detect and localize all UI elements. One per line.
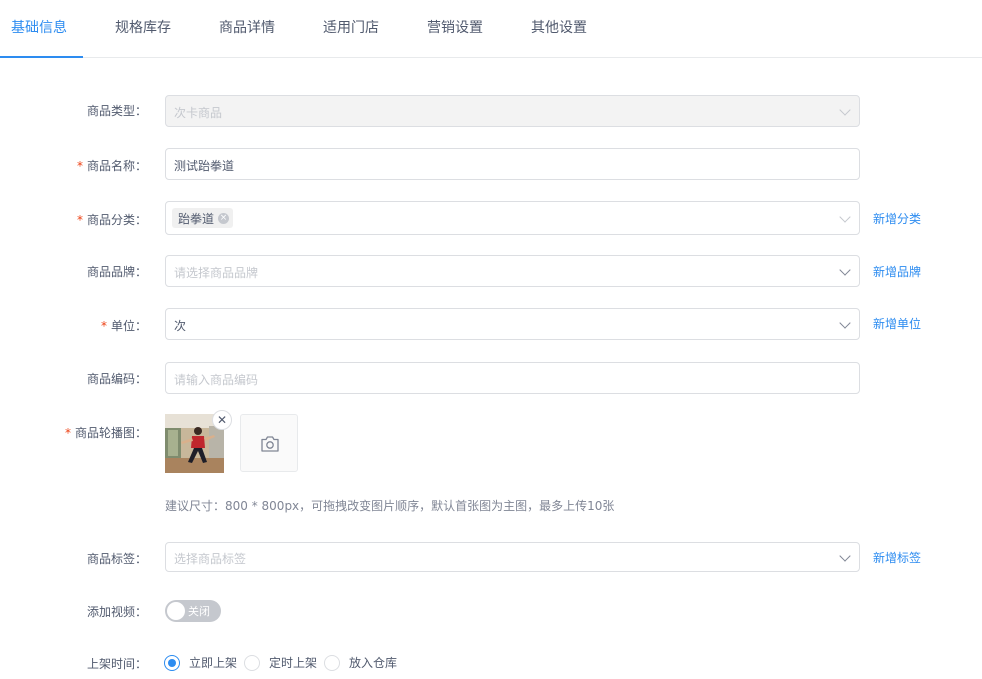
unit-value: 次 — [174, 319, 187, 333]
tab-marketing[interactable]: 营销设置 — [427, 0, 483, 57]
product-type-select: 次卡商品 — [165, 95, 860, 127]
tab-active-indicator — [0, 56, 83, 58]
switch-knob — [167, 602, 185, 620]
switch-state-text: 关闭 — [188, 605, 210, 618]
chevron-down-icon — [839, 264, 851, 276]
product-category-select[interactable]: 跆拳道 × — [165, 201, 860, 235]
product-name-label: * 商品名称： — [76, 159, 147, 173]
unit-label: * 单位： — [100, 319, 147, 333]
tab-bar: 基础信息 规格库存 商品详情 适用门店 营销设置 其他设置 — [0, 0, 982, 58]
product-brand-label: 商品品牌： — [86, 265, 147, 279]
tab-product-detail[interactable]: 商品详情 — [219, 0, 275, 57]
radio-warehouse[interactable]: 放入仓库 — [324, 654, 397, 671]
radio-unchecked-icon — [244, 654, 260, 671]
add-video-label: 添加视频： — [86, 605, 147, 619]
radio-immediate-label: 立即上架 — [189, 656, 238, 670]
add-brand-link[interactable]: 新增品牌 — [873, 263, 921, 280]
upload-image-button[interactable] — [240, 414, 298, 472]
product-type-value: 次卡商品 — [174, 106, 223, 120]
product-tags-select[interactable]: 选择商品标签 — [165, 542, 860, 572]
carousel-hint: 建议尺寸：800 * 800px，可拖拽改变图片顺序，默认首张图为主图，最多上传… — [165, 499, 615, 513]
radio-checked-icon — [164, 654, 180, 671]
tab-basic-info[interactable]: 基础信息 — [11, 0, 67, 57]
radio-scheduled-label: 定时上架 — [269, 656, 318, 670]
radio-immediate[interactable]: 立即上架 — [164, 654, 237, 671]
product-code-label: 商品编码： — [86, 372, 147, 386]
tab-other-settings[interactable]: 其他设置 — [531, 0, 587, 57]
close-circle-icon[interactable]: × — [218, 212, 230, 224]
add-tag-link[interactable]: 新增标签 — [873, 549, 921, 566]
product-tags-label: 商品标签： — [86, 552, 147, 566]
product-name-value: 测试跆拳道 — [174, 159, 235, 173]
radio-scheduled[interactable]: 定时上架 — [244, 654, 317, 671]
product-type-label: 商品类型： — [86, 104, 147, 118]
shelf-time-label: 上架时间： — [86, 657, 147, 671]
product-tags-placeholder: 选择商品标签 — [174, 552, 247, 566]
close-icon[interactable]: ✕ — [212, 410, 232, 430]
chevron-down-icon — [839, 104, 851, 116]
chevron-down-icon — [839, 317, 851, 329]
category-tag: 跆拳道 × — [172, 208, 234, 228]
tab-spec-stock[interactable]: 规格库存 — [115, 0, 171, 57]
product-code-placeholder: 请输入商品编码 — [174, 373, 259, 387]
product-brand-select[interactable]: 请选择商品品牌 — [165, 255, 860, 287]
add-category-link[interactable]: 新增分类 — [873, 210, 921, 227]
add-unit-link[interactable]: 新增单位 — [873, 315, 921, 332]
add-video-switch[interactable]: 关闭 — [165, 600, 221, 622]
unit-select[interactable]: 次 — [165, 308, 860, 340]
product-name-input[interactable]: 测试跆拳道 — [165, 148, 860, 180]
radio-unchecked-icon — [324, 654, 340, 671]
product-code-input[interactable]: 请输入商品编码 — [165, 362, 860, 394]
radio-warehouse-label: 放入仓库 — [349, 656, 398, 670]
product-category-label: * 商品分类： — [76, 213, 147, 227]
tab-applicable-stores[interactable]: 适用门店 — [323, 0, 379, 57]
carousel-label: * 商品轮播图： — [64, 426, 147, 440]
product-brand-placeholder: 请选择商品品牌 — [174, 266, 259, 280]
chevron-down-icon — [839, 211, 851, 223]
camera-icon — [261, 436, 279, 452]
chevron-down-icon — [839, 550, 851, 562]
category-tag-label: 跆拳道 — [178, 211, 215, 226]
